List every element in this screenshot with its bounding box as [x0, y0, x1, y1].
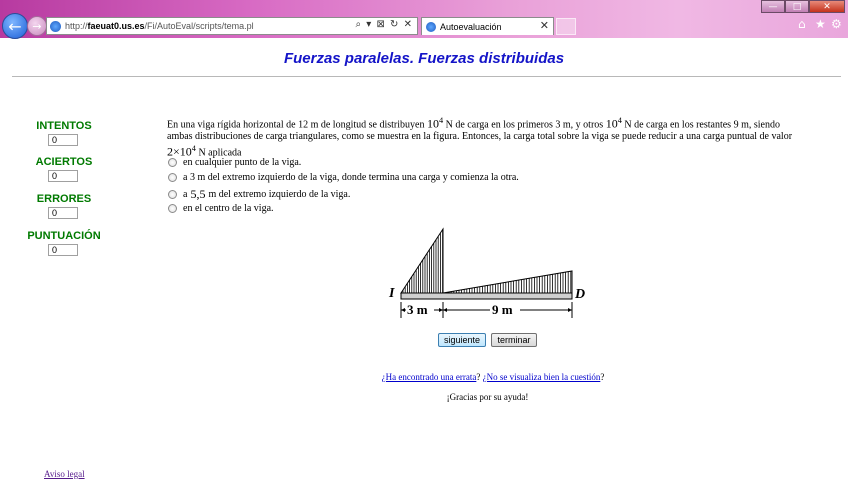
dim-label-2: 9 m: [492, 302, 513, 317]
new-tab-button[interactable]: [556, 18, 576, 35]
next-button[interactable]: siguiente: [438, 333, 486, 347]
finish-button[interactable]: terminar: [491, 333, 537, 347]
close-window-button[interactable]: ✕: [809, 0, 845, 13]
back-arrow-icon: ←: [8, 16, 22, 36]
intentos-field: 0: [48, 134, 78, 146]
option-4-radio[interactable]: [168, 204, 177, 213]
aciertos-field: 0: [48, 170, 78, 182]
address-bar[interactable]: http://faeuat0.us.es/Fi/AutoEval/scripts…: [46, 17, 418, 35]
intentos-label: INTENTOS: [36, 120, 92, 132]
address-tools-icons[interactable]: ⌕ ▾ ⊠ ↻ ✕: [356, 19, 413, 30]
dim-arrow: [443, 308, 447, 312]
forward-arrow-icon: →: [32, 19, 42, 33]
forward-button[interactable]: →: [27, 16, 47, 36]
option-2[interactable]: a 3 m del extremo izquierdo de la viga, …: [168, 172, 519, 183]
dim-arrow: [568, 308, 572, 312]
title-divider: [12, 76, 841, 77]
home-icon[interactable]: ⌂: [798, 17, 806, 31]
maximize-button[interactable]: □: [785, 0, 809, 13]
tab-title: Autoevaluación: [440, 21, 502, 32]
maximize-icon: □: [792, 1, 802, 12]
tab-autoevaluacion[interactable]: Autoevaluación ✕: [421, 17, 554, 35]
puntuacion-field: 0: [48, 244, 78, 256]
beam-right-label: D: [574, 287, 585, 302]
load-left-outline: [400, 227, 444, 294]
favorites-star-icon[interactable]: ★: [815, 17, 826, 31]
errata-link[interactable]: ¿Ha encontrado una errata: [382, 372, 477, 382]
thanks-text: ¡Gracias por su ayuda!: [446, 392, 529, 402]
question-text: En una viga rígida horizontal de 12 m de…: [167, 116, 793, 159]
beam-left-label: I: [388, 286, 395, 301]
display-problem-link[interactable]: ¿No se visualiza bien la cuestión: [483, 372, 601, 382]
back-button[interactable]: ←: [2, 13, 28, 39]
dim-arrow: [401, 308, 405, 312]
feedback-links: ¿Ha encontrado una errata? ¿No se visual…: [381, 372, 605, 382]
site-favicon-icon: [50, 20, 61, 32]
minimize-icon: —: [768, 1, 778, 12]
close-icon: ✕: [823, 1, 831, 12]
aciertos-label: ACIERTOS: [35, 156, 93, 168]
option-1-radio[interactable]: [168, 158, 177, 167]
option-4[interactable]: en el centro de la viga.: [168, 203, 274, 214]
beam: [400, 292, 573, 300]
browser-chrome: ← → http://faeuat0.us.es/Fi/AutoEval/scr…: [0, 0, 848, 39]
dim-arrow: [439, 308, 443, 312]
puntuacion-label: PUNTUACIÓN: [27, 230, 101, 242]
beam-load-figure: I D 3 m 9 m: [388, 227, 585, 318]
tab-close-icon[interactable]: ✕: [540, 19, 549, 32]
option-3[interactable]: a 5,5 m del extremo izquierdo de la viga…: [168, 187, 350, 202]
minimize-button[interactable]: —: [761, 0, 785, 13]
dim-label-1: 3 m: [407, 302, 428, 317]
address-url: http://faeuat0.us.es/Fi/AutoEval/scripts…: [65, 21, 254, 31]
option-3-radio[interactable]: [168, 190, 177, 199]
option-1[interactable]: en cualquier punto de la viga.: [168, 157, 301, 168]
errores-label: ERRORES: [36, 193, 92, 205]
errores-field: 0: [48, 207, 78, 219]
option-2-radio[interactable]: [168, 173, 177, 182]
tab-favicon-icon: [426, 21, 436, 32]
settings-gear-icon[interactable]: ⚙: [831, 17, 842, 31]
page-title: Fuerzas paralelas. Fuerzas distribuidas: [283, 50, 565, 67]
legal-notice-link[interactable]: Aviso legal: [44, 469, 85, 479]
